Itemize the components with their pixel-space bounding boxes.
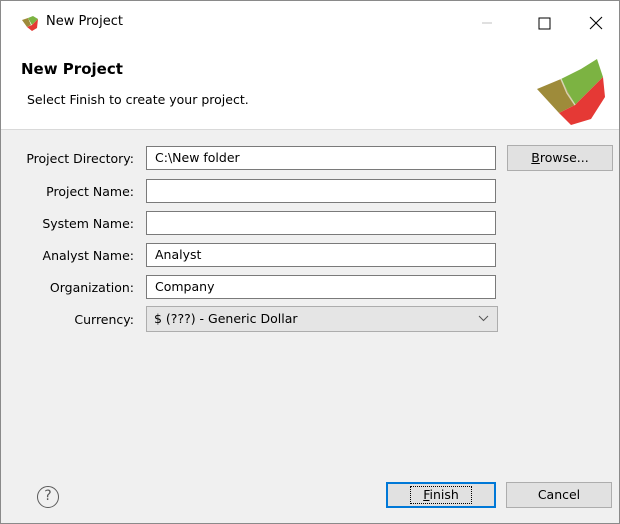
- page-subtitle: Select Finish to create your project.: [27, 92, 249, 107]
- project-name-label: Project Name:: [46, 184, 134, 199]
- project-directory-label: Project Directory:: [26, 151, 134, 166]
- wizard-banner-logo-icon: [537, 59, 605, 125]
- organization-label: Organization:: [49, 280, 134, 295]
- currency-selected-value: $ (???) - Generic Dollar: [154, 311, 298, 326]
- close-button[interactable]: [573, 1, 619, 45]
- analyst-name-input[interactable]: Analyst: [146, 243, 496, 267]
- browse-button[interactable]: Browse...: [507, 145, 613, 171]
- analyst-name-label: Analyst Name:: [42, 248, 134, 263]
- page-title: New Project: [21, 60, 123, 78]
- system-name-input[interactable]: [146, 211, 496, 235]
- currency-label: Currency:: [74, 312, 134, 327]
- app-logo-icon: [22, 16, 38, 31]
- currency-select[interactable]: $ (???) - Generic Dollar: [146, 306, 498, 332]
- finish-button[interactable]: Finish: [386, 482, 496, 508]
- system-name-label: System Name:: [42, 216, 134, 231]
- project-directory-input[interactable]: C:\New folder: [146, 146, 496, 170]
- wizard-header: New Project Select Finish to create your…: [1, 45, 619, 130]
- new-project-dialog: New Project New Project Select Finish to…: [0, 0, 620, 524]
- help-icon[interactable]: ?: [37, 486, 59, 508]
- finish-focus-ring: Finish: [410, 486, 472, 504]
- browse-label: rowse...: [539, 150, 589, 165]
- organization-input[interactable]: Company: [146, 275, 496, 299]
- cancel-button[interactable]: Cancel: [506, 482, 612, 508]
- browse-mnemonic: B: [531, 150, 540, 165]
- finish-label: inish: [429, 487, 459, 502]
- minimize-icon: [482, 22, 492, 24]
- title-bar[interactable]: New Project: [1, 1, 619, 45]
- maximize-button[interactable]: [521, 1, 567, 45]
- window-title: New Project: [46, 14, 123, 29]
- close-icon: [589, 16, 603, 30]
- maximize-icon: [538, 17, 550, 29]
- chevron-down-icon: [478, 308, 489, 339]
- project-name-input[interactable]: [146, 179, 496, 203]
- minimize-button[interactable]: [464, 1, 510, 45]
